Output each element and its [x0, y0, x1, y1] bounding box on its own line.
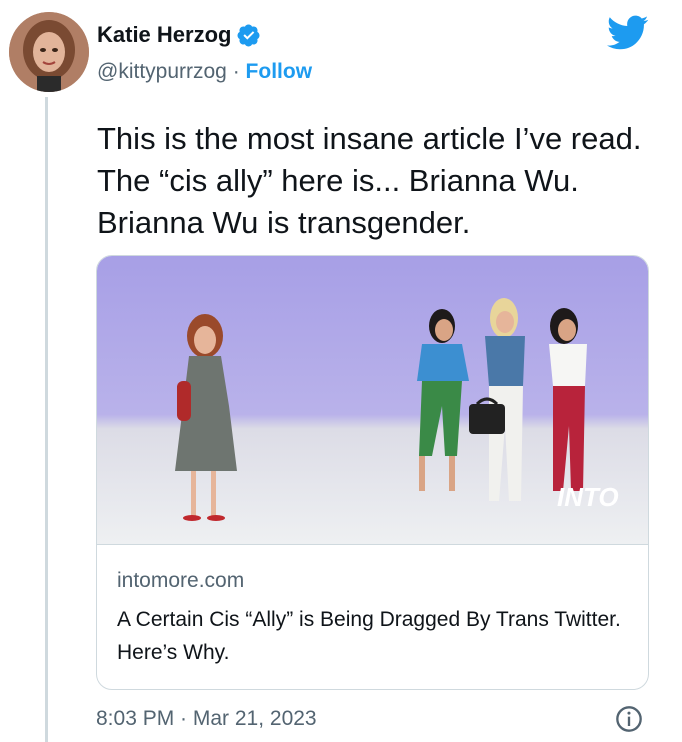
author-name[interactable]: Katie Herzog: [97, 22, 231, 48]
card-body[interactable]: intomore.com A Certain Cis “Ally” is Bei…: [97, 544, 648, 689]
card-title[interactable]: A Certain Cis “Ally” is Being Dragged By…: [117, 603, 632, 669]
avatar[interactable]: [9, 12, 89, 92]
twitter-bird-icon[interactable]: [607, 15, 649, 51]
author-name-row: Katie Herzog: [97, 22, 261, 48]
separator: ·: [232, 60, 240, 83]
card-domain: intomore.com: [117, 569, 245, 592]
author-handle-row: @kittypurrzog · Follow: [97, 60, 312, 84]
author-handle[interactable]: @kittypurrzog: [97, 60, 227, 83]
verified-badge-icon: [237, 24, 260, 47]
card-watermark: INTO: [557, 482, 619, 512]
follow-button[interactable]: Follow: [246, 60, 313, 83]
avatar-image: [9, 12, 89, 92]
thread-line: [45, 97, 48, 742]
link-card[interactable]: INTO intomore.com A Certain Cis “Ally” i…: [96, 255, 649, 690]
info-icon[interactable]: [615, 705, 643, 733]
tweet-timestamp[interactable]: 8:03 PM · Mar 21, 2023: [96, 707, 317, 731]
tweet-text: This is the most insane article I’ve rea…: [97, 121, 642, 240]
card-image[interactable]: INTO: [97, 256, 648, 544]
